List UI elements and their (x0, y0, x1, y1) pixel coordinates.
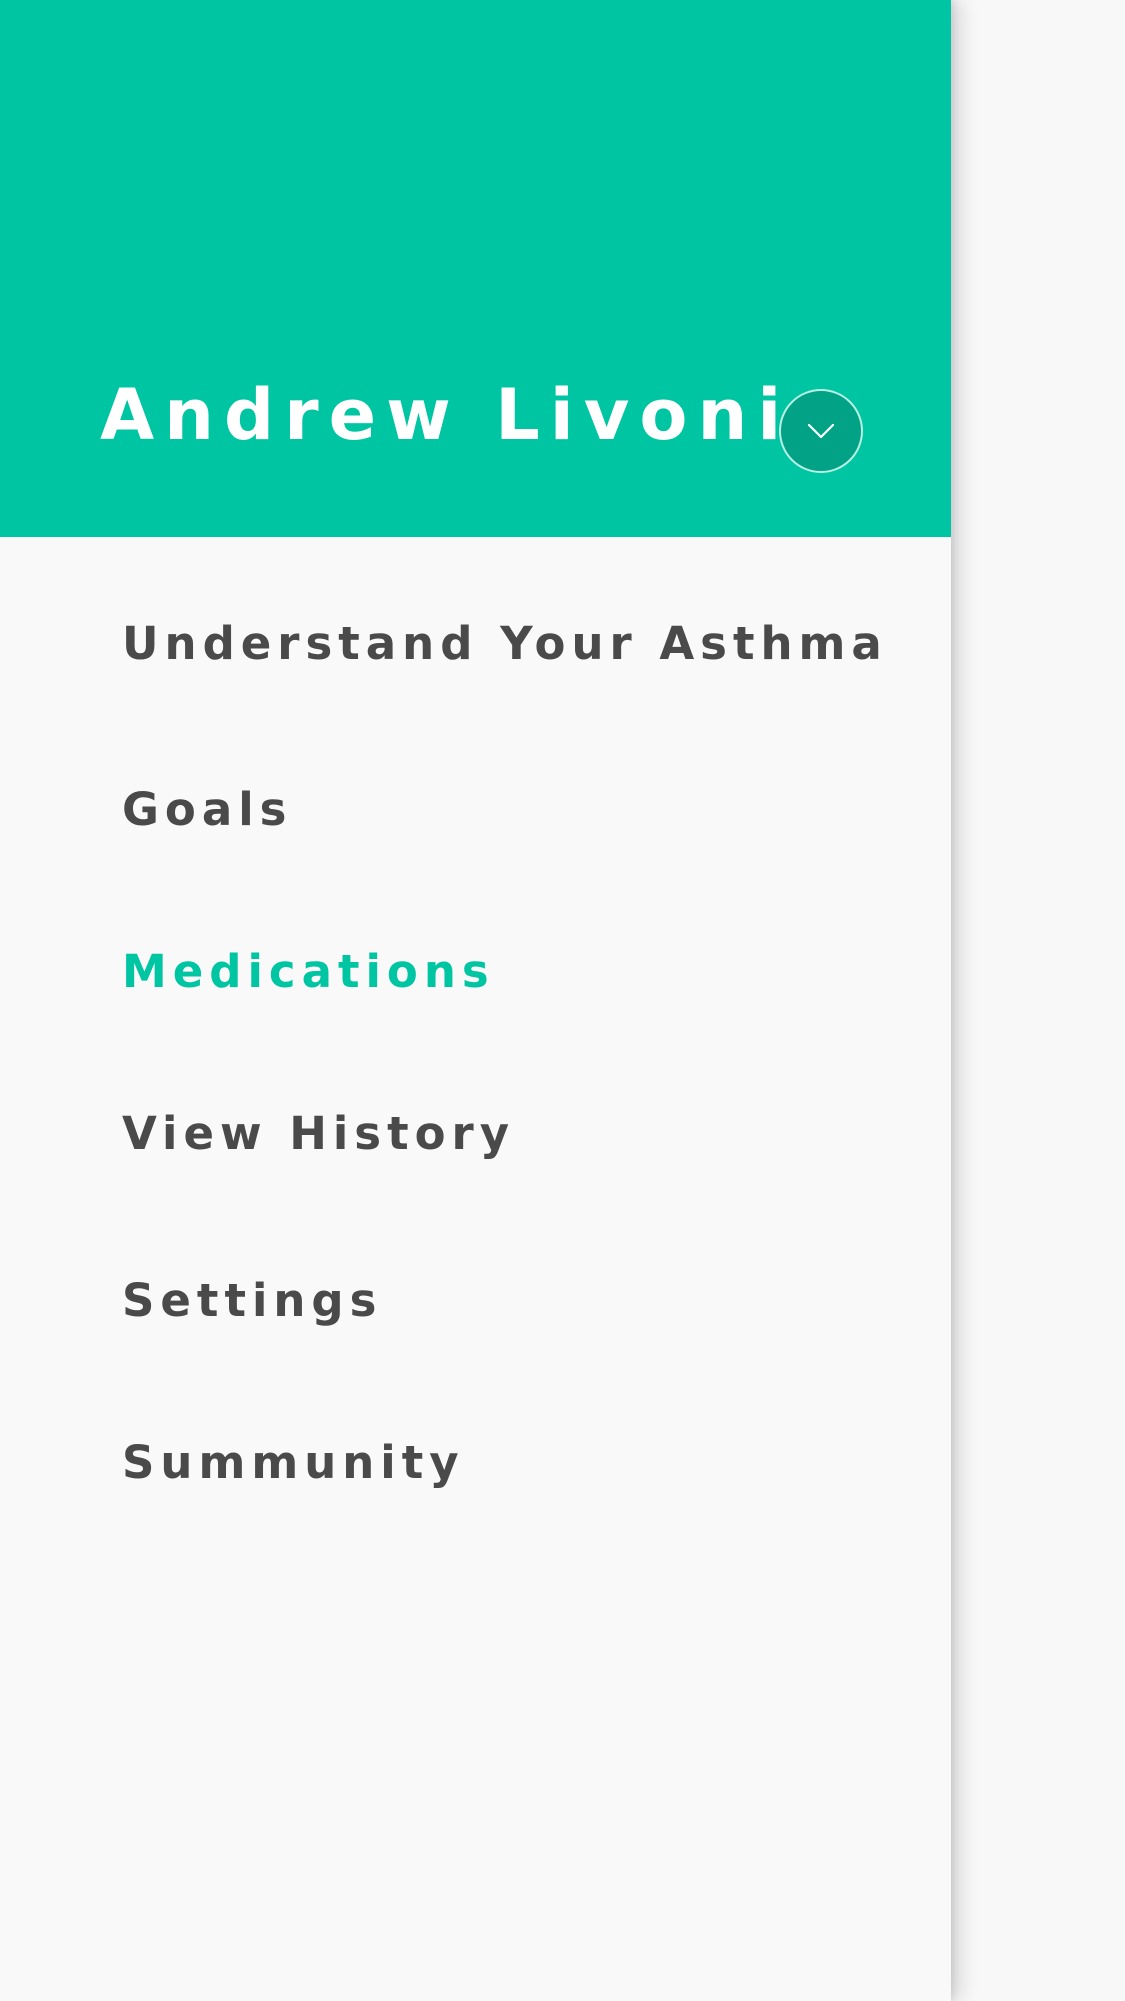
user-name: Andrew Livoni (100, 374, 792, 456)
drawer-header: Andrew Livoni (0, 0, 951, 537)
menu-item-understand-your-asthma[interactable]: Understand Your Asthma (122, 621, 888, 666)
menu-item-medications[interactable]: Medications (122, 949, 495, 994)
menu-item-summunity[interactable]: Summunity (122, 1440, 465, 1485)
menu-item-settings[interactable]: Settings (122, 1278, 382, 1323)
chevron-down-icon (807, 423, 835, 439)
menu-item-view-history[interactable]: View History (122, 1111, 515, 1156)
account-switcher-button[interactable] (779, 389, 863, 473)
menu-item-goals[interactable]: Goals (122, 787, 292, 832)
navigation-drawer: Andrew Livoni Understand Your Asthma Goa… (0, 0, 951, 2001)
